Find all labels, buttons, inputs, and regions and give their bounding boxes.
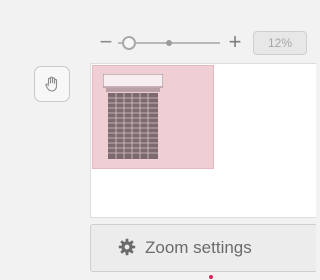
- hand-tool-button[interactable]: [34, 66, 70, 102]
- zoom-bar: − + 12%: [96, 30, 311, 56]
- pointer-indicator: [209, 275, 213, 279]
- gear-icon: [118, 238, 136, 256]
- visible-area-rectangle[interactable]: [92, 65, 214, 169]
- spreadsheet-thumbnail: [103, 74, 163, 159]
- page-navigator[interactable]: [90, 63, 316, 218]
- zoom-in-button[interactable]: +: [224, 30, 246, 56]
- zoom-slider-handle[interactable]: [122, 36, 136, 50]
- zoom-settings-button[interactable]: Zoom settings: [90, 224, 316, 272]
- zoom-slider-midpoint: [166, 40, 172, 46]
- zoom-settings-label: Zoom settings: [145, 238, 252, 257]
- zoom-out-button[interactable]: −: [96, 30, 116, 56]
- zoom-percentage-field[interactable]: 12%: [253, 31, 307, 55]
- hand-icon: [45, 76, 58, 92]
- zoom-navigator-panel: − + 12% Zoom settings: [0, 0, 316, 280]
